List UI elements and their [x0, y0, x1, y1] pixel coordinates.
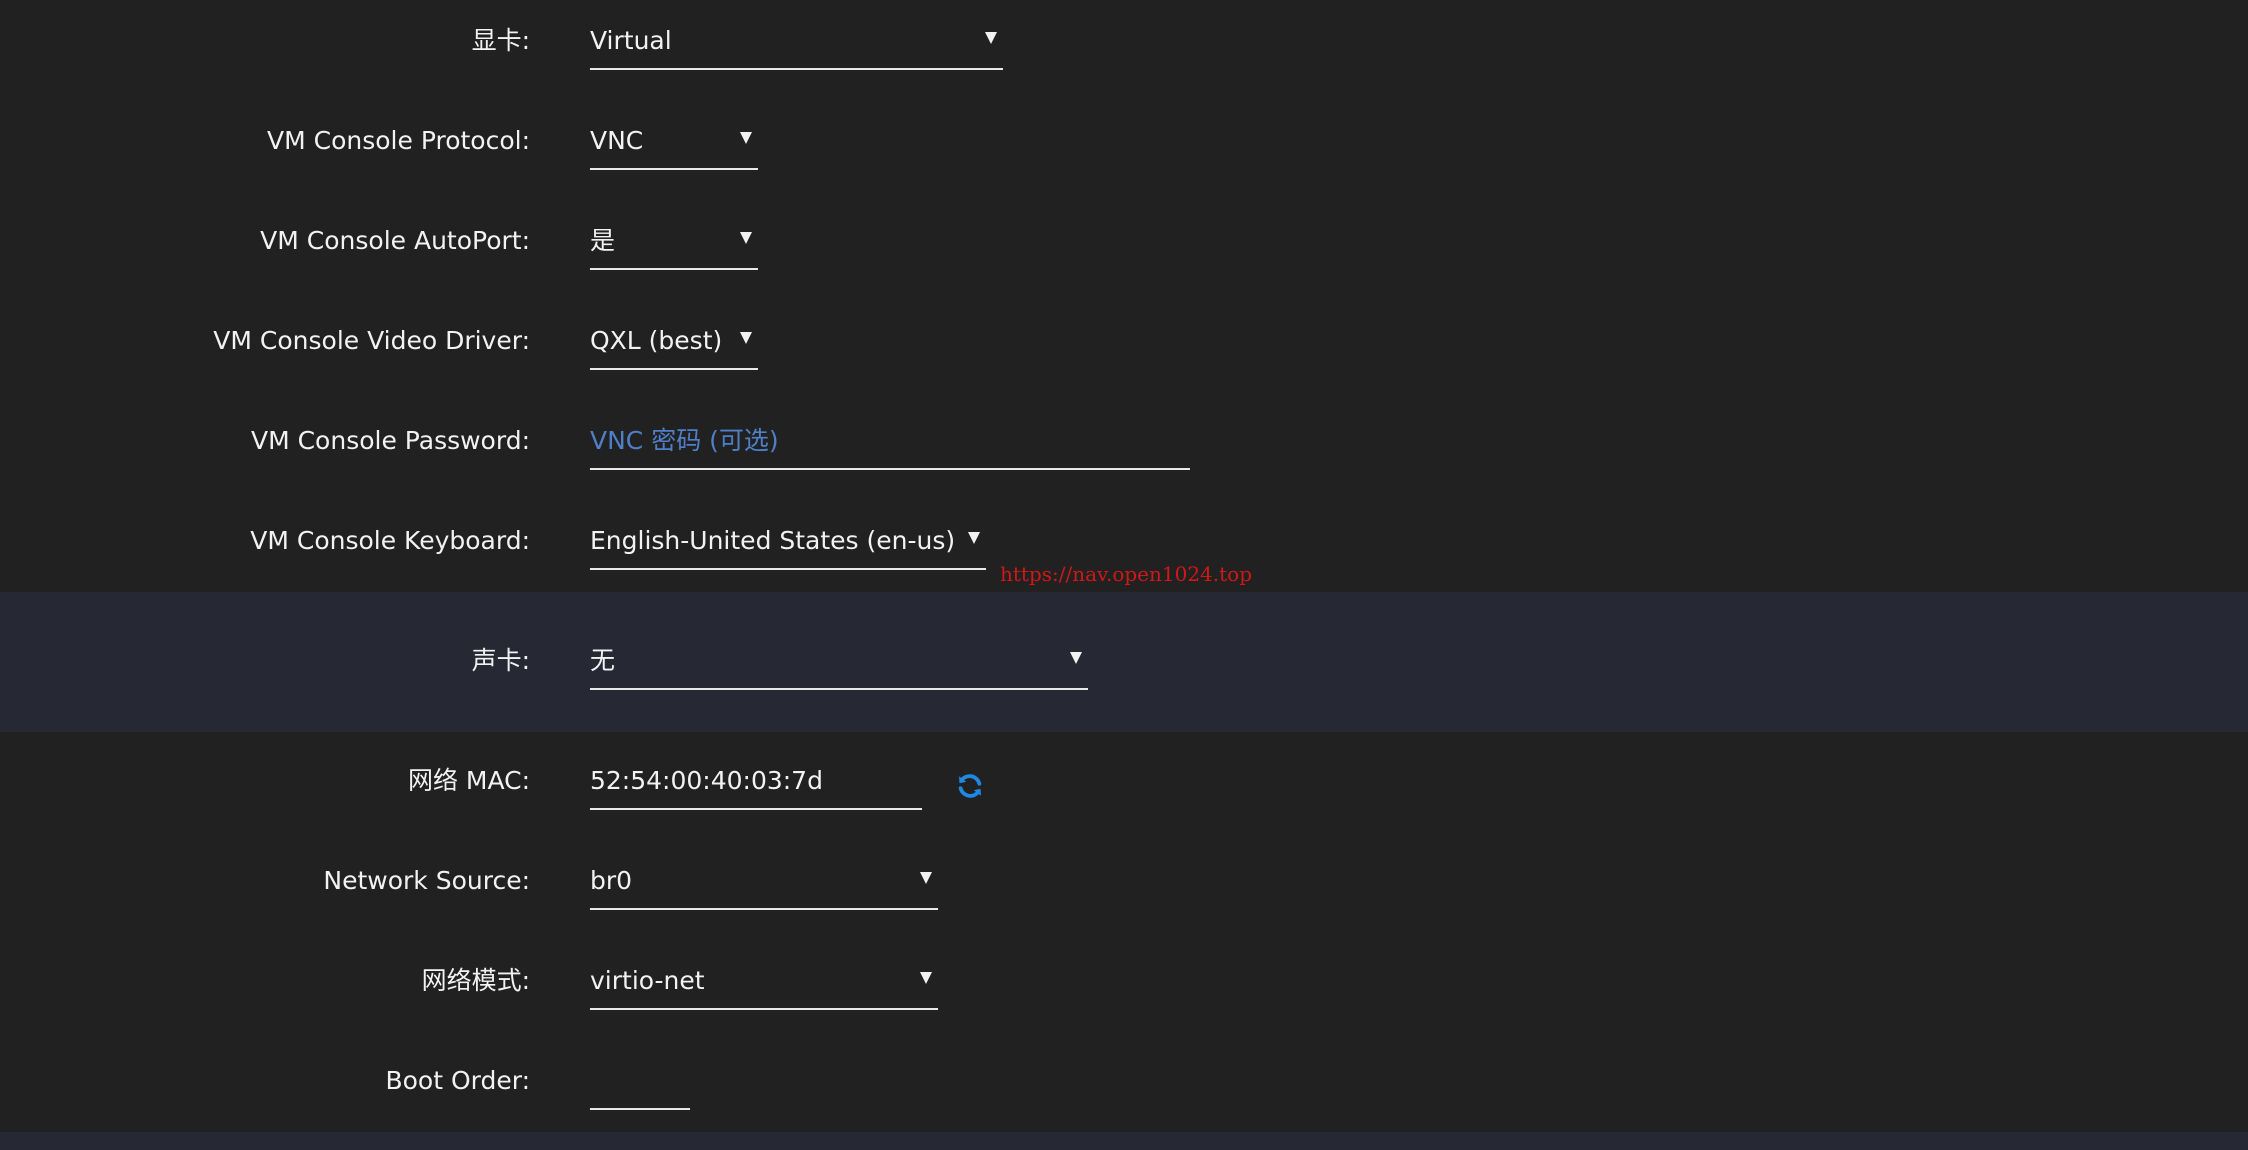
console-autoport-label: VM Console AutoPort:	[260, 226, 530, 255]
network-model-select[interactable]: virtio-net	[590, 956, 938, 1010]
caret-down-icon	[740, 132, 752, 144]
console-protocol-select[interactable]: VNC	[590, 116, 758, 170]
console-autoport-select[interactable]: 是	[590, 216, 758, 270]
network-source-label: Network Source:	[323, 866, 530, 895]
refresh-icon[interactable]	[955, 771, 985, 801]
console-password-input[interactable]: VNC 密码 (可选)	[590, 416, 1190, 470]
console-autoport-value: 是	[590, 226, 616, 255]
caret-down-icon	[740, 332, 752, 344]
caret-down-icon	[1070, 652, 1082, 664]
graphics-select[interactable]: Virtual	[590, 16, 1003, 70]
caret-down-icon	[968, 532, 980, 544]
network-mac-value: 52:54:00:40:03:7d	[590, 766, 823, 795]
console-video-driver-select[interactable]: QXL (best)	[590, 316, 758, 370]
sound-card-value: 无	[590, 646, 616, 675]
caret-down-icon	[920, 972, 932, 984]
network-model-label: 网络模式:	[421, 966, 530, 995]
bottom-section-band	[0, 1132, 2248, 1150]
graphics-label: 显卡:	[471, 26, 530, 55]
network-mac-input[interactable]: 52:54:00:40:03:7d	[590, 756, 922, 810]
network-source-value: br0	[590, 866, 633, 895]
console-keyboard-select[interactable]: English-United States (en-us)	[590, 516, 986, 570]
console-password-label: VM Console Password:	[250, 426, 530, 455]
sound-section-band	[0, 592, 2248, 732]
watermark-url: https://nav.open1024.top	[1000, 562, 1253, 586]
console-keyboard-value: English-United States (en-us)	[590, 526, 956, 555]
caret-down-icon	[920, 872, 932, 884]
console-keyboard-label: VM Console Keyboard:	[250, 526, 530, 555]
sound-card-label: 声卡:	[471, 646, 530, 675]
caret-down-icon	[740, 232, 752, 244]
console-video-driver-value: QXL (best)	[590, 326, 723, 355]
console-video-driver-label: VM Console Video Driver:	[213, 326, 530, 355]
boot-order-label: Boot Order:	[385, 1066, 530, 1095]
caret-down-icon	[985, 32, 997, 44]
graphics-select-value: Virtual	[590, 26, 672, 55]
network-model-value: virtio-net	[590, 966, 705, 995]
console-protocol-value: VNC	[590, 126, 644, 155]
console-protocol-label: VM Console Protocol:	[267, 126, 530, 155]
console-password-placeholder: VNC 密码 (可选)	[590, 426, 779, 455]
network-mac-label: 网络 MAC:	[407, 766, 530, 795]
boot-order-input[interactable]	[590, 1056, 690, 1110]
network-source-select[interactable]: br0	[590, 856, 938, 910]
sound-card-select[interactable]: 无	[590, 636, 1088, 690]
